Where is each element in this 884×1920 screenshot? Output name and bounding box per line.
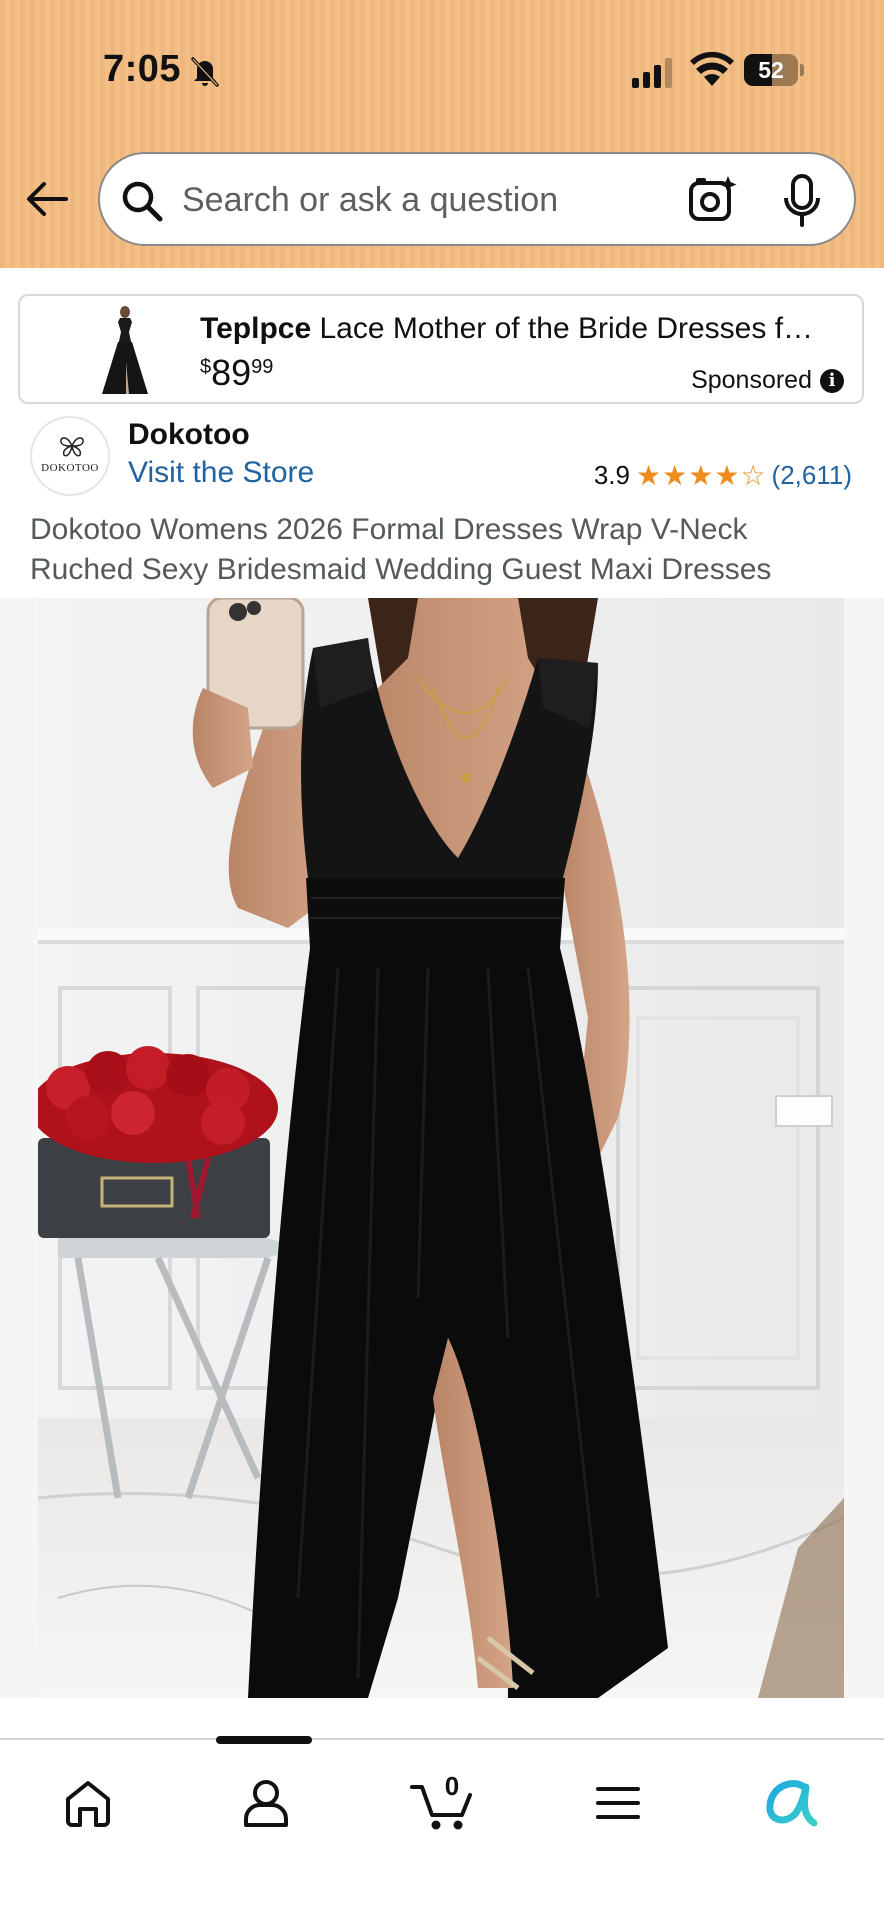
nav-account[interactable]	[226, 1768, 306, 1838]
search-bar[interactable]	[98, 152, 856, 246]
silent-bell-icon	[191, 57, 219, 87]
store-logo[interactable]: DOKOTOO	[30, 416, 110, 496]
rating-value: 3.9	[593, 460, 630, 490]
butterfly-logo-icon	[60, 437, 84, 457]
price-currency: $	[200, 356, 212, 378]
product-title: Dokotoo Womens 2026 Formal Dresses Wrap …	[30, 513, 772, 586]
nav-home[interactable]	[48, 1768, 128, 1838]
product-image-area[interactable]	[0, 598, 884, 1698]
rating-summary[interactable]: 3.9 ★ ★ ★ ★ ☆ (2,611)	[594, 460, 852, 491]
home-icon	[66, 1781, 110, 1827]
visit-store-link[interactable]: Visit the Store	[128, 456, 314, 490]
sponsored-title: Teplpce Lace Mother of the Bride Dresses…	[200, 312, 850, 346]
search-input[interactable]	[182, 176, 652, 224]
header: 7:05 52	[0, 0, 884, 268]
cart-count: 0	[444, 1771, 460, 1801]
search-icon	[122, 181, 163, 222]
star-filled-icon: ★	[714, 458, 740, 492]
active-tab-indicator	[216, 1736, 312, 1744]
star-filled-icon: ★	[688, 458, 714, 492]
back-arrow-icon[interactable]	[22, 174, 72, 224]
store-logo-text: DOKOTOO	[41, 462, 99, 474]
star-rating: ★ ★ ★ ★ ☆	[636, 458, 766, 492]
microphone-icon[interactable]	[782, 174, 822, 228]
info-icon[interactable]: i	[820, 368, 844, 393]
store-name[interactable]: Dokotoo	[128, 418, 250, 452]
bottom-navigation: 0	[0, 1736, 884, 1920]
battery-percent: 52	[758, 57, 784, 83]
rufus-icon	[766, 1780, 818, 1827]
nav-rufus[interactable]	[752, 1768, 832, 1838]
star-filled-icon: ★	[636, 458, 662, 492]
sponsored-price: $8999	[200, 352, 273, 394]
star-filled-icon: ★	[662, 458, 688, 492]
nav-menu[interactable]	[578, 1768, 658, 1838]
status-bar: 7:05 52	[0, 0, 884, 140]
sponsored-title-text: Lace Mother of the Bride Dresses f…	[319, 312, 814, 345]
sponsored-product-card[interactable]: Teplpce Lace Mother of the Bride Dresses…	[18, 294, 864, 404]
menu-icon	[596, 1787, 640, 1819]
review-count[interactable]: (2,611)	[772, 460, 852, 491]
price-fraction: 99	[251, 356, 274, 378]
sponsored-label[interactable]: Sponsored i	[691, 366, 844, 395]
wifi-icon	[690, 52, 734, 86]
sponsored-brand: Teplpce	[200, 312, 312, 345]
sponsored-text: Sponsored	[691, 366, 812, 394]
star-empty-icon: ☆	[740, 458, 766, 492]
battery-indicator: 52	[744, 54, 804, 86]
camera-lens-icon[interactable]	[688, 174, 738, 224]
cellular-signal-icon	[632, 58, 672, 88]
status-time: 7:05	[103, 48, 182, 90]
price-whole: 89	[211, 352, 252, 393]
sponsored-product-thumbnail	[80, 302, 170, 398]
nav-cart[interactable]: 0	[402, 1768, 482, 1838]
account-icon	[244, 1780, 288, 1827]
product-photo[interactable]	[38, 598, 844, 1698]
